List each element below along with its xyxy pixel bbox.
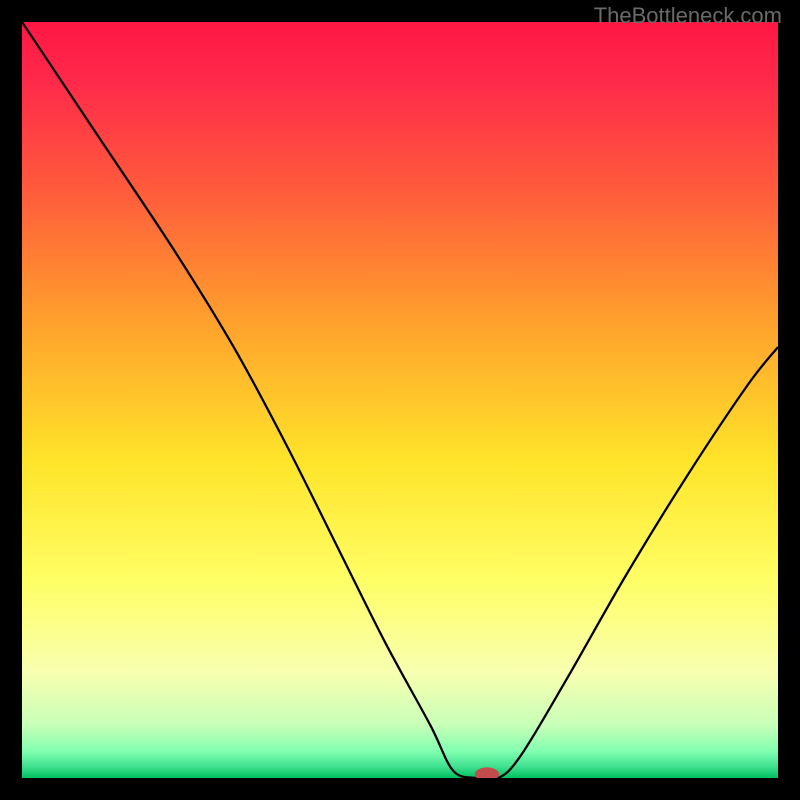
chart-container: TheBottleneck.com	[0, 0, 800, 800]
plot-area	[22, 22, 778, 778]
gradient-background	[22, 22, 778, 778]
watermark-text: TheBottleneck.com	[594, 3, 782, 29]
chart-svg	[22, 22, 778, 778]
